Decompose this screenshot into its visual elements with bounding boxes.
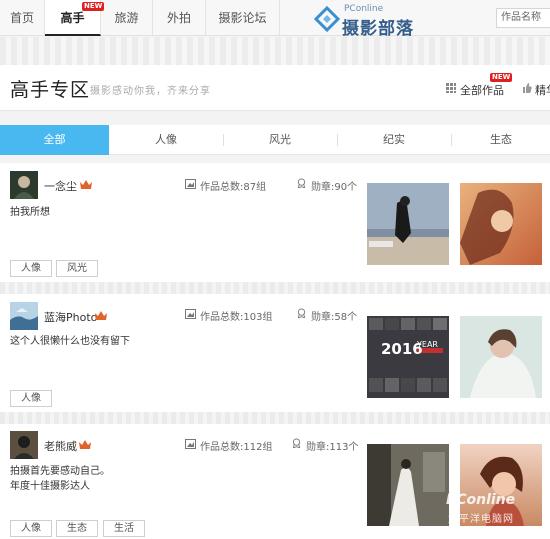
page-title: 高手专区 [10,79,91,101]
nav-tab-home[interactable]: 首页 [0,0,45,36]
user-bio: 拍摄首先要感动自己。 年度十佳摄影达人 [10,466,110,492]
medals-count: 勋章:113个 [306,442,359,453]
user-name[interactable]: 老熊威 [44,438,77,454]
watermark-subtext: 太平洋电脑网 [448,514,514,525]
crown-icon [80,180,92,189]
featured-link[interactable]: 精华 [535,82,550,98]
avatar[interactable] [10,431,38,459]
category-tab-documentary[interactable]: 纪实 [338,125,450,155]
works-count: 作品总数:87组 [200,182,267,193]
all-works-new-badge: NEW [490,73,513,82]
user-tag[interactable]: 人像 [10,260,52,277]
work-thumbnail[interactable] [367,183,449,265]
image-icon [185,309,196,319]
user-card: 蓝海Photo 作品总数:103组 勋章:58个 这个人很懒什么也没有留下 人像… [0,294,550,412]
medal-icon [292,438,301,448]
image-icon [185,179,196,189]
medals-count: 勋章:58个 [311,312,358,323]
user-tag[interactable]: 人像 [10,520,52,537]
page-subtitle: 摄影感动你我，齐来分享 [90,86,211,97]
crown-icon [95,311,107,320]
card-divider [0,282,550,294]
watermark-logo: PConline [446,492,516,508]
medal-icon [297,308,306,318]
card-divider [0,412,550,424]
user-card: 一念尘 作品总数:87组 勋章:90个 拍我所想 人像 风光 [0,163,550,282]
work-thumbnail[interactable] [460,183,542,265]
work-thumbnail[interactable]: 2016 YEAR [367,316,449,398]
all-works-link[interactable]: 全部作品 [460,82,504,98]
category-tab-portrait[interactable]: 人像 [110,125,222,155]
user-card: 老熊威 作品总数:112组 勋章:113个 拍摄首先要感动自己。 年度十佳摄影达… [0,424,550,539]
work-thumbnail[interactable] [460,316,542,398]
medals-count: 勋章:90个 [311,182,358,193]
user-tag[interactable]: 人像 [10,390,52,407]
category-tab-ecology[interactable]: 生态 [452,125,550,155]
image-icon [185,439,196,449]
nav-tab-forum[interactable]: 摄影论坛 [206,0,280,36]
user-bio: 拍我所想 [10,207,50,218]
user-name[interactable]: 一念尘 [44,178,77,194]
thumbs-up-icon [523,83,532,93]
logo-mark-icon [314,6,340,32]
user-tag[interactable]: 生活 [103,520,145,537]
works-count: 作品总数:103组 [200,312,273,323]
logo-small-text: PConline [344,4,384,14]
section-header: 高手专区 摄影感动你我，齐来分享 全部作品 NEW 精华 [0,65,550,111]
grid-icon [446,83,456,93]
works-count: 作品总数:112组 [200,442,273,453]
crown-icon [79,440,91,449]
avatar[interactable] [10,302,38,330]
user-tag[interactable]: 风光 [56,260,98,277]
search-type-select[interactable]: 作品名称 [496,8,550,28]
category-tabs: 全部 人像 风光 纪实 生态 [0,125,550,155]
medal-icon [297,178,306,188]
category-tab-landscape[interactable]: 风光 [224,125,336,155]
user-tag[interactable]: 生态 [56,520,98,537]
logo-text: 摄影部落 [342,19,414,39]
avatar[interactable] [10,171,38,199]
user-name[interactable]: 蓝海Photo [44,309,97,325]
category-tab-all[interactable]: 全部 [0,125,109,155]
work-thumbnail[interactable] [367,444,449,526]
nav-tab-travel[interactable]: 旅游 [101,0,153,36]
nav-tab-outdoor[interactable]: 外拍 [153,0,206,36]
top-nav: 首页 高手 NEW 旅游 外拍 摄影论坛 PConline 摄影部落 作品名称 [0,0,550,39]
thumb-year-word: YEAR [417,340,438,349]
user-bio: 这个人很懒什么也没有留下 [10,336,130,347]
decorative-strip [0,37,550,65]
